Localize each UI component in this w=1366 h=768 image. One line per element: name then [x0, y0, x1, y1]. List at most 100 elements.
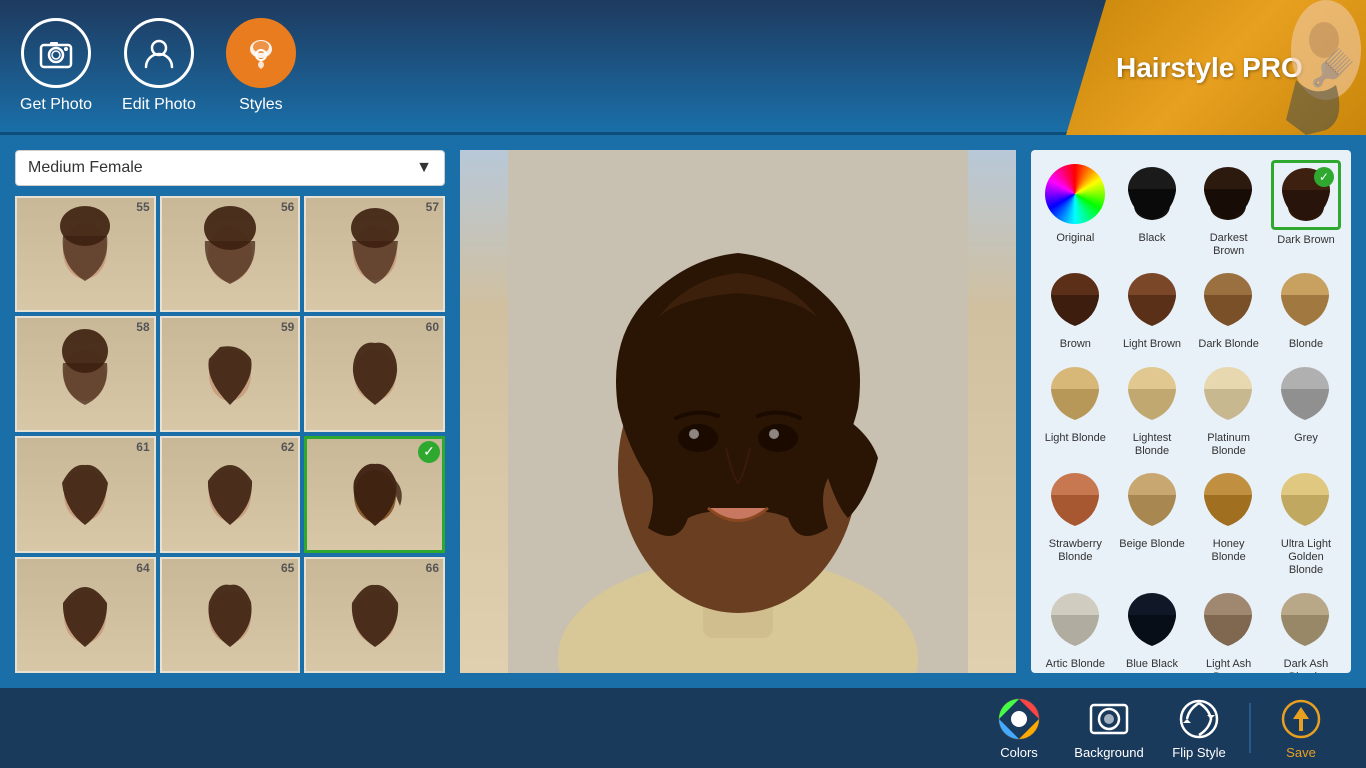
original-label: Original [1056, 232, 1094, 245]
nav-item-get-photo[interactable]: Get Photo [20, 18, 92, 114]
artic-blonde-swatch-wrap [1041, 586, 1110, 654]
ultra-light-golden-blonde-swatch-wrap [1271, 466, 1341, 534]
color-cell-light-brown[interactable]: Light Brown [1118, 266, 1187, 351]
colors-icon [997, 697, 1041, 741]
styles-icon [226, 18, 296, 88]
style-num-62: 62 [281, 440, 294, 454]
save-icon [1279, 697, 1323, 741]
color-cell-dark-brown[interactable]: ✓ Dark Brown [1271, 160, 1341, 258]
style-num-55: 55 [136, 200, 149, 214]
ultra-light-golden-blonde-label: Ultra Light Golden Blonde [1271, 538, 1341, 578]
style-cell-66[interactable]: 66 [304, 557, 445, 673]
color-cell-dark-blonde[interactable]: Dark Blonde [1194, 266, 1263, 351]
toolbar-flip-style-label: Flip Style [1172, 745, 1225, 760]
color-cell-blue-black[interactable]: Blue Black [1118, 586, 1187, 674]
style-cell-56[interactable]: 56 [160, 196, 301, 312]
black-swatch [1122, 164, 1182, 224]
camera-icon [21, 18, 91, 88]
style-category-label: Medium Female [28, 159, 143, 177]
toolbar-flip-style-button[interactable]: Flip Style [1154, 688, 1244, 768]
style-num-58: 58 [136, 320, 149, 334]
brown-swatch [1045, 270, 1105, 330]
artic-blonde-label: Artic Blonde [1046, 658, 1105, 671]
preview-image [460, 150, 1016, 673]
grey-label: Grey [1294, 432, 1318, 445]
style-cell-58[interactable]: 58 [15, 316, 156, 432]
nav-item-styles[interactable]: Styles [226, 18, 296, 114]
color-cell-honey-blonde[interactable]: Honey Blonde [1194, 466, 1263, 578]
face-64 [17, 559, 154, 673]
platinum-blonde-swatch-wrap [1194, 360, 1263, 428]
honey-blonde-swatch [1198, 470, 1258, 530]
blonde-swatch-wrap [1271, 266, 1341, 334]
toolbar-save-label: Save [1286, 745, 1316, 760]
blue-black-label: Blue Black [1126, 658, 1178, 671]
color-grid: Original Black [1041, 160, 1341, 673]
lightest-blonde-swatch [1122, 364, 1182, 424]
black-swatch-wrap [1118, 160, 1187, 228]
color-cell-platinum-blonde[interactable]: Platinum Blonde [1194, 360, 1263, 458]
header-nav: Get Photo Edit Photo Styles [20, 18, 296, 114]
color-cell-blonde[interactable]: Blonde [1271, 266, 1341, 351]
toolbar-colors-button[interactable]: Colors [974, 688, 1064, 768]
style-grid: 55 56 [15, 196, 445, 673]
style-cell-57[interactable]: 57 [304, 196, 445, 312]
style-cell-63[interactable]: ✓ [304, 436, 445, 554]
toolbar-colors-label: Colors [1000, 745, 1038, 760]
face-62 [162, 438, 299, 553]
style-cell-60[interactable]: 60 [304, 316, 445, 432]
color-cell-darkest-brown[interactable]: Darkest Brown [1194, 160, 1263, 258]
brown-label: Brown [1060, 338, 1091, 351]
color-cell-light-ash-brown[interactable]: Light Ash Brown [1194, 586, 1263, 674]
color-cell-grey[interactable]: Grey [1271, 360, 1341, 458]
style-num-60: 60 [426, 320, 439, 334]
header: Get Photo Edit Photo Styles [0, 0, 1366, 135]
blue-black-swatch [1122, 590, 1182, 650]
strawberry-blonde-swatch-wrap [1041, 466, 1110, 534]
face-66 [306, 559, 443, 673]
style-num-59: 59 [281, 320, 294, 334]
dark-brown-swatch-wrap: ✓ [1271, 160, 1341, 230]
color-cell-dark-ash-blonde[interactable]: Dark Ash Blonde [1271, 586, 1341, 674]
dark-blonde-swatch-wrap [1194, 266, 1263, 334]
face-65 [162, 559, 299, 673]
dropdown-arrow: ▼ [416, 159, 432, 177]
platinum-blonde-label: Platinum Blonde [1194, 432, 1263, 458]
style-cell-65[interactable]: 65 [160, 557, 301, 673]
selected-check-63: ✓ [418, 441, 440, 463]
original-swatch-wrap [1041, 160, 1110, 228]
style-cell-55[interactable]: 55 [15, 196, 156, 312]
color-cell-original[interactable]: Original [1041, 160, 1110, 258]
style-cell-64[interactable]: 64 [15, 557, 156, 673]
nav-item-edit-photo[interactable]: Edit Photo [122, 18, 196, 114]
color-cell-brown[interactable]: Brown [1041, 266, 1110, 351]
style-cell-62[interactable]: 62 [160, 436, 301, 554]
platinum-blonde-swatch [1198, 364, 1258, 424]
light-brown-swatch-wrap [1118, 266, 1187, 334]
toolbar-save-button[interactable]: Save [1256, 688, 1346, 768]
brown-swatch-wrap [1041, 266, 1110, 334]
color-cell-light-blonde[interactable]: Light Blonde [1041, 360, 1110, 458]
left-panel: Medium Female ▼ 55 56 [15, 150, 445, 673]
color-cell-black[interactable]: Black [1118, 160, 1187, 258]
grey-swatch [1275, 364, 1335, 424]
style-cell-61[interactable]: 61 [15, 436, 156, 554]
color-cell-strawberry-blonde[interactable]: Strawberry Blonde [1041, 466, 1110, 578]
color-cell-artic-blonde[interactable]: Artic Blonde [1041, 586, 1110, 674]
light-blonde-swatch-wrap [1041, 360, 1110, 428]
color-cell-lightest-blonde[interactable]: Lightest Blonde [1118, 360, 1187, 458]
face-57 [306, 198, 443, 312]
beige-blonde-label: Beige Blonde [1119, 538, 1184, 551]
original-swatch [1045, 164, 1105, 224]
color-cell-beige-blonde[interactable]: Beige Blonde [1118, 466, 1187, 578]
color-cell-ultra-light-golden-blonde[interactable]: Ultra Light Golden Blonde [1271, 466, 1341, 578]
light-blonde-swatch [1045, 364, 1105, 424]
toolbar-background-button[interactable]: Background [1064, 688, 1154, 768]
style-category-dropdown[interactable]: Medium Female ▼ [15, 150, 445, 186]
style-cell-59[interactable]: 59 [160, 316, 301, 432]
center-panel [460, 150, 1016, 673]
light-brown-label: Light Brown [1123, 338, 1181, 351]
dark-brown-swatch: ✓ [1276, 165, 1336, 225]
light-ash-brown-swatch-wrap [1194, 586, 1263, 654]
strawberry-blonde-label: Strawberry Blonde [1041, 538, 1110, 564]
